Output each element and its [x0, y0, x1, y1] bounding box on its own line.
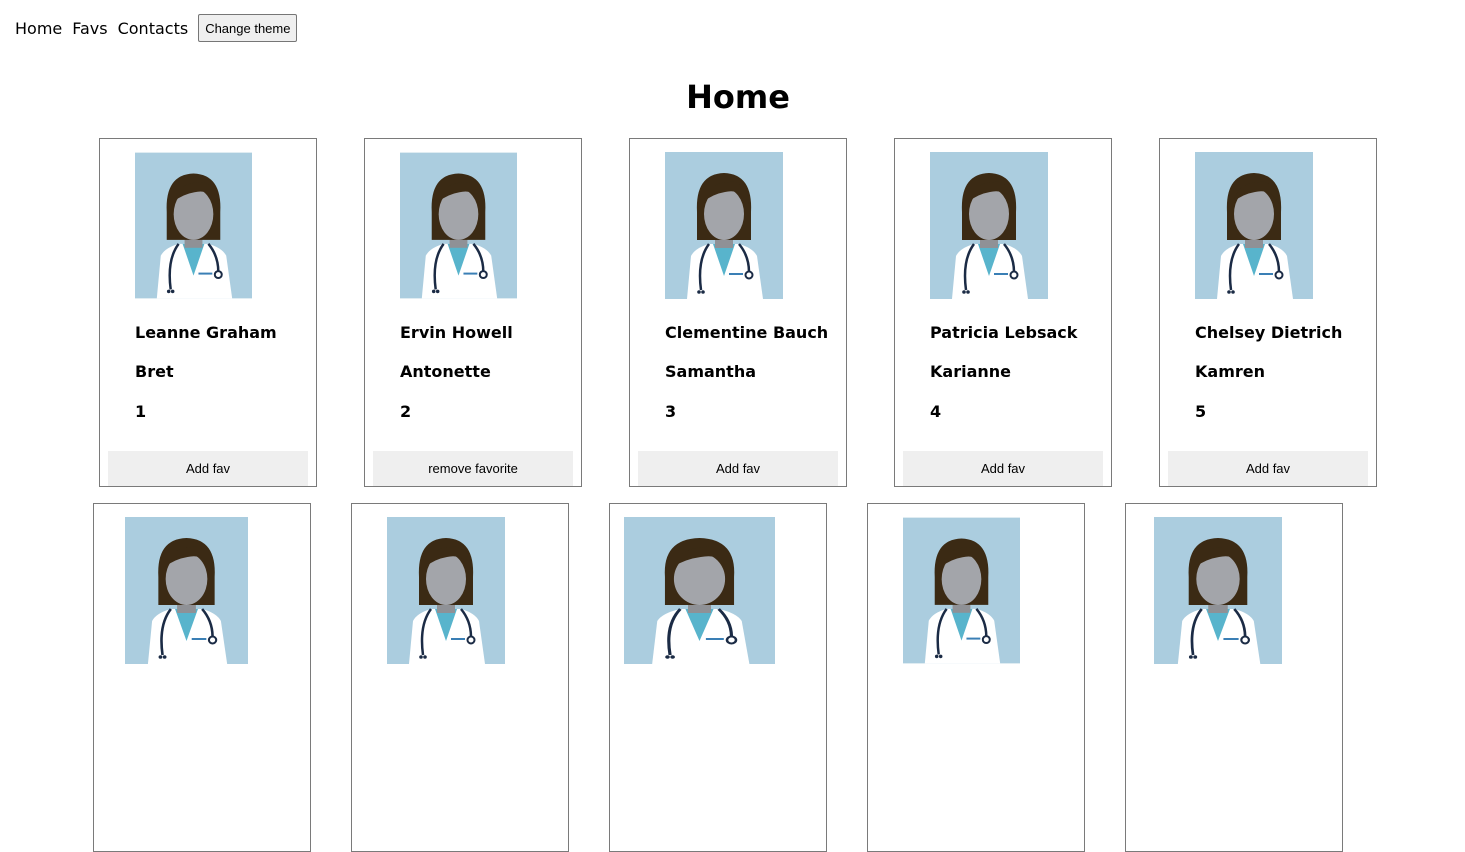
top-nav: Home Favs Contacts Change theme — [15, 14, 298, 42]
user-card: Leanne Graham Bret 1 Add fav — [99, 138, 317, 487]
doctor-avatar-icon — [1195, 152, 1313, 299]
user-username: Kamren — [1195, 362, 1265, 381]
doctor-avatar-icon — [387, 517, 505, 664]
user-name: Ervin Howell — [400, 323, 513, 342]
user-card: Chelsey Dietrich Kamren 5 Add fav — [1159, 138, 1377, 487]
doctor-avatar-icon — [400, 152, 517, 299]
user-card: Clementine Bauch Samantha 3 Add fav — [629, 138, 847, 487]
user-username: Bret — [135, 362, 174, 381]
user-id: 1 — [135, 402, 147, 421]
nav-link-favs[interactable]: Favs — [72, 19, 107, 38]
favorite-button[interactable]: remove favorite — [373, 451, 573, 486]
doctor-avatar-icon — [665, 152, 783, 299]
user-name: Patricia Lebsack — [930, 323, 1078, 342]
doctor-avatar-icon — [1154, 517, 1282, 664]
user-id: 2 — [400, 402, 412, 421]
favorite-button[interactable]: Add fav — [903, 451, 1103, 486]
doctor-avatar-icon — [930, 152, 1048, 299]
user-username: Antonette — [400, 362, 491, 381]
user-name: Clementine Bauch — [665, 323, 829, 342]
doctor-avatar-icon — [624, 517, 775, 664]
user-username: Samantha — [665, 362, 757, 381]
user-card: Patricia Lebsack Karianne 4 Add fav — [894, 138, 1112, 487]
nav-link-home[interactable]: Home — [15, 19, 62, 38]
doctor-avatar-icon — [903, 517, 1020, 664]
user-card — [351, 503, 569, 852]
favorite-button[interactable]: Add fav — [638, 451, 838, 486]
doctor-avatar-icon — [135, 152, 252, 299]
user-id: 5 — [1195, 402, 1207, 421]
change-theme-button[interactable]: Change theme — [198, 14, 298, 42]
favorite-button[interactable]: Add fav — [108, 451, 308, 486]
doctor-avatar-icon — [125, 517, 248, 664]
user-username: Karianne — [930, 362, 1011, 381]
user-card — [867, 503, 1085, 852]
user-name: Chelsey Dietrich — [1195, 323, 1343, 342]
user-card — [93, 503, 311, 852]
user-name: Leanne Graham — [135, 323, 277, 342]
page-title: Home — [686, 78, 790, 116]
user-id: 3 — [665, 402, 677, 421]
nav-link-contacts[interactable]: Contacts — [118, 19, 189, 38]
favorite-button[interactable]: Add fav — [1168, 451, 1368, 486]
user-id: 4 — [930, 402, 942, 421]
user-card: Ervin Howell Antonette 2 remove favorite — [364, 138, 582, 487]
user-card — [1125, 503, 1343, 852]
user-card — [609, 503, 827, 852]
